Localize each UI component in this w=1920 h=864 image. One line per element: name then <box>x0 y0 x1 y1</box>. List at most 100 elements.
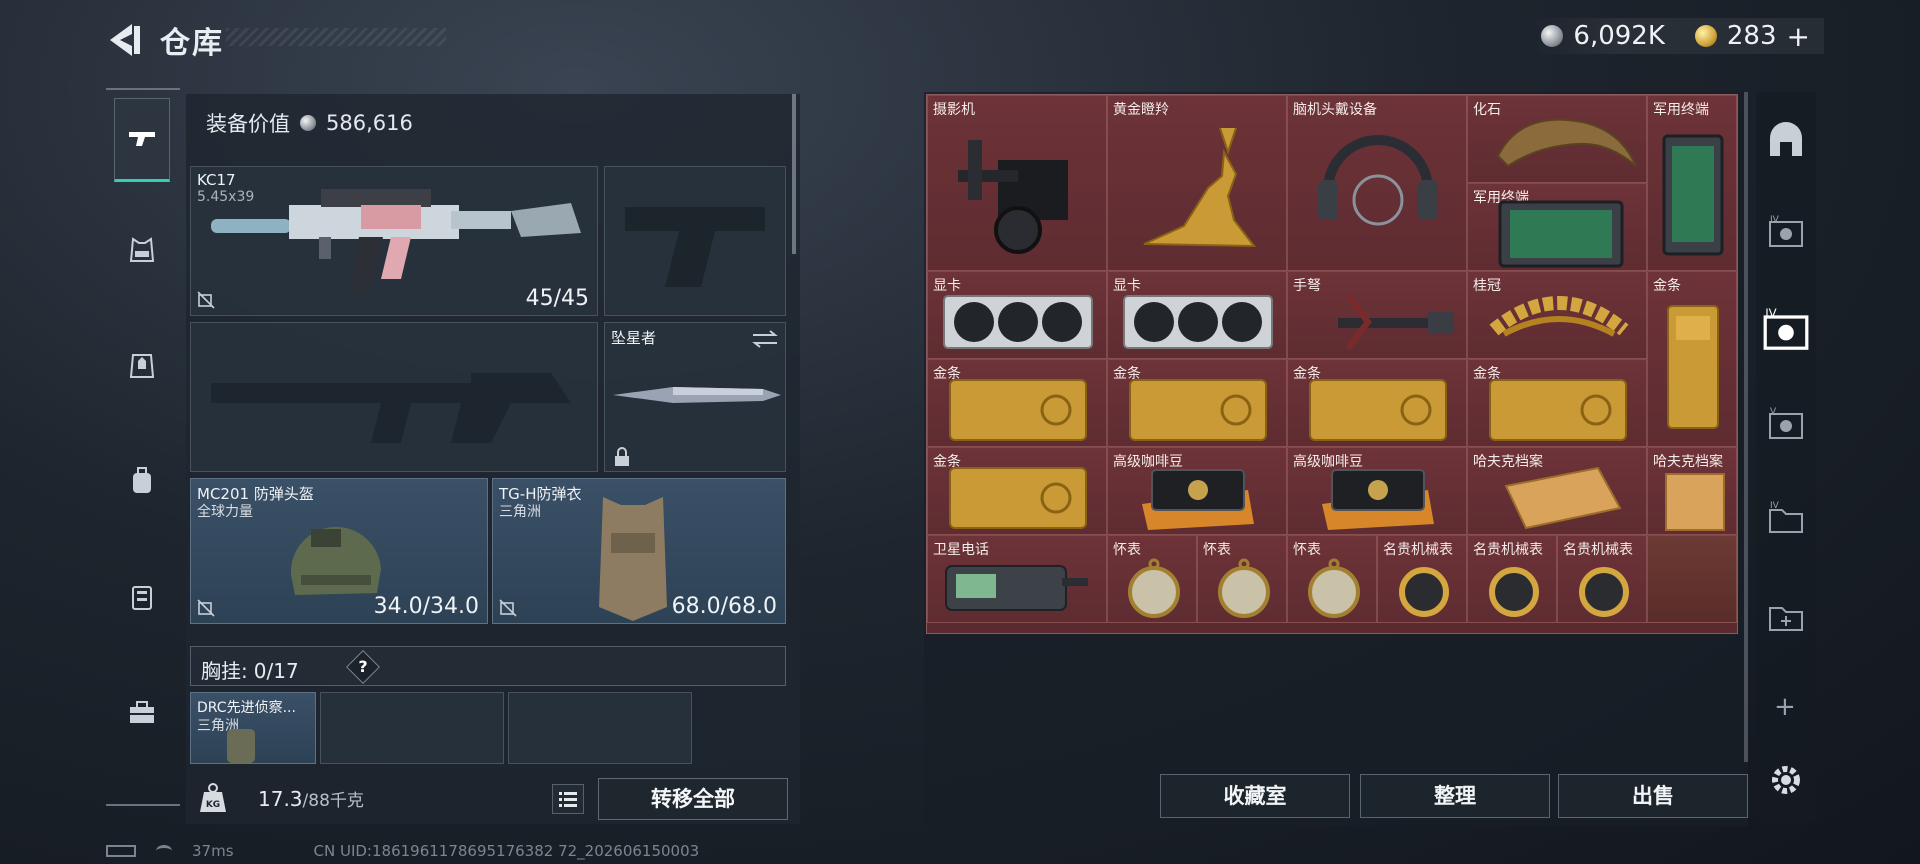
storage-item[interactable]: 名贵机械表 <box>1377 535 1467 623</box>
svg-text:IV: IV <box>1770 215 1780 225</box>
chest-rig-count: 0/17 <box>253 659 299 683</box>
storage-item[interactable]: 哈夫克档案 <box>1467 447 1647 535</box>
vest-icon <box>129 237 155 262</box>
category-backpack[interactable] <box>114 438 170 522</box>
item-label: 怀表 <box>1113 542 1141 558</box>
page-title: 仓库 <box>160 26 224 61</box>
safe-box-tier4-icon[interactable]: IV <box>1766 212 1806 252</box>
armor-faction: 三角洲 <box>499 504 541 520</box>
pocket-watch-icon <box>1218 558 1270 618</box>
category-weapons[interactable] <box>114 98 170 182</box>
melee-slot[interactable]: 坠星者 <box>604 322 786 472</box>
item-label: 金条 <box>1653 278 1681 294</box>
storage-item[interactable]: 桂冠 <box>1467 271 1647 359</box>
back-arrow-icon[interactable] <box>104 22 144 58</box>
storage-item[interactable]: 显卡 <box>927 271 1107 359</box>
backpack-grid-cell[interactable] <box>320 692 504 764</box>
backpack-grid-cell[interactable] <box>508 692 692 764</box>
storage-tabs: IV IV V IV + <box>1756 92 1816 822</box>
storage-item[interactable]: 名贵机械表 <box>1467 535 1557 623</box>
backpack-name: DRC先进侦察... <box>197 700 296 716</box>
battery-icon <box>106 845 136 857</box>
storage-scrollbar[interactable] <box>1744 92 1748 762</box>
silver-coin-icon <box>1541 25 1564 47</box>
storage-item[interactable]: 手弩 <box>1287 271 1467 359</box>
storage-item[interactable]: 金条 <box>927 447 1107 535</box>
sell-button[interactable]: 出售 <box>1558 774 1748 818</box>
storage-item[interactable]: 名贵机械表 <box>1557 535 1647 623</box>
safe-box-tier5-icon[interactable]: V <box>1766 404 1806 444</box>
storage-home-icon[interactable] <box>1766 120 1806 160</box>
storage-item[interactable]: 化石 <box>1467 95 1647 183</box>
sort-button[interactable]: 整理 <box>1360 774 1550 818</box>
storage-item[interactable]: 军用终端 <box>1467 183 1647 271</box>
swap-icon[interactable] <box>751 329 779 349</box>
storage-item[interactable]: 金条 <box>1107 359 1287 447</box>
storage-item[interactable]: 摄影机 <box>927 95 1107 271</box>
case-icon <box>132 586 152 610</box>
transfer-all-button[interactable]: 转移全部 <box>598 778 788 820</box>
safe-box-tier4-active-icon[interactable]: IV <box>1760 304 1812 356</box>
fossil-icon <box>1496 118 1637 168</box>
storage-item[interactable]: 怀表 <box>1287 535 1377 623</box>
empty-storage-cell[interactable] <box>1647 535 1737 623</box>
helmet-slot[interactable]: MC201 防弹头盔 全球力量 34.0/34.0 <box>190 478 488 624</box>
item-label: 军用终端 <box>1653 102 1709 118</box>
help-button[interactable]: ? <box>346 650 380 684</box>
carry-weight-value: 17.3 <box>258 787 303 811</box>
chest-rig-label: 胸挂: 0/17 <box>201 655 299 684</box>
category-vest[interactable] <box>114 208 170 292</box>
storage-item[interactable]: 金条 <box>1467 359 1647 447</box>
storage-item[interactable]: 怀表 <box>1107 535 1197 623</box>
svg-text:IV: IV <box>1765 306 1776 320</box>
gold-bar-icon <box>1129 379 1267 441</box>
item-label: 摄影机 <box>933 102 975 118</box>
secondary-weapon-slot[interactable] <box>190 322 598 472</box>
equipment-value-amount: 586,616 <box>326 111 413 135</box>
category-armor[interactable] <box>114 322 170 406</box>
storage-item[interactable]: 军用终端 <box>1647 95 1737 271</box>
category-sidebar <box>106 88 180 806</box>
pistol-icon <box>129 132 155 146</box>
primary-weapon-slot[interactable]: KC17 5.45x39 45/45 <box>190 166 598 316</box>
user-uid: CN UID:1861961178695176382 72_2026061500… <box>313 842 700 860</box>
equipment-panel: 装备价值 586,616 KC17 5.45x39 45/45 坠星者 MC20… <box>186 94 800 824</box>
storage-item[interactable]: 卫星电话 <box>927 535 1107 623</box>
terminal-icon <box>1662 134 1724 256</box>
gold-bar-icon <box>1489 379 1627 441</box>
storage-item[interactable]: 黄金瞪羚 <box>1107 95 1287 271</box>
storage-item[interactable]: 怀表 <box>1197 535 1287 623</box>
left-scrollbar[interactable] <box>792 94 796 254</box>
folder-add-icon[interactable] <box>1766 596 1806 636</box>
gold-bar-icon <box>949 379 1087 441</box>
chest-rig-bar[interactable]: 胸挂: 0/17 ? <box>190 646 786 686</box>
pistol-slot[interactable] <box>604 166 786 316</box>
category-toolbox[interactable] <box>114 670 170 754</box>
category-case[interactable] <box>114 554 170 638</box>
backpack-slot[interactable]: DRC先进侦察... 三角洲 <box>190 692 316 764</box>
pistol-placeholder-icon <box>625 207 765 287</box>
storage-item[interactable]: 金条 <box>1287 359 1467 447</box>
equipment-value: 装备价值 586,616 <box>206 108 413 138</box>
add-storage-button[interactable]: + <box>1774 692 1796 722</box>
folder-tier4-icon[interactable]: IV <box>1766 498 1806 538</box>
gpu-icon <box>943 295 1093 349</box>
storage-item[interactable]: 脑机头戴设备 <box>1287 95 1467 271</box>
currency-bar: 6,092K 283 + <box>1527 18 1824 54</box>
settings-gear-icon[interactable] <box>1766 760 1806 800</box>
collection-room-button[interactable]: 收藏室 <box>1160 774 1350 818</box>
storage-item[interactable]: 高级咖啡豆 <box>1287 447 1467 535</box>
storage-item[interactable]: 显卡 <box>1107 271 1287 359</box>
toolbox-icon <box>130 701 154 723</box>
storage-item[interactable]: 金条 <box>927 359 1107 447</box>
armor-slot[interactable]: TG-H防弹衣 三角洲 68.0/68.0 <box>492 478 786 624</box>
sat-phone-icon <box>945 565 1088 611</box>
file-icon <box>1665 473 1725 531</box>
storage-item[interactable]: 高级咖啡豆 <box>1107 447 1287 535</box>
carry-weight: 17.3/88千克 <box>258 786 364 811</box>
storage-item[interactable]: 哈夫克档案 <box>1647 447 1737 535</box>
wristwatch-icon <box>1579 567 1629 617</box>
storage-item[interactable]: 金条 <box>1647 271 1737 447</box>
list-view-button[interactable] <box>552 784 584 814</box>
add-currency-button[interactable]: + <box>1787 20 1810 53</box>
